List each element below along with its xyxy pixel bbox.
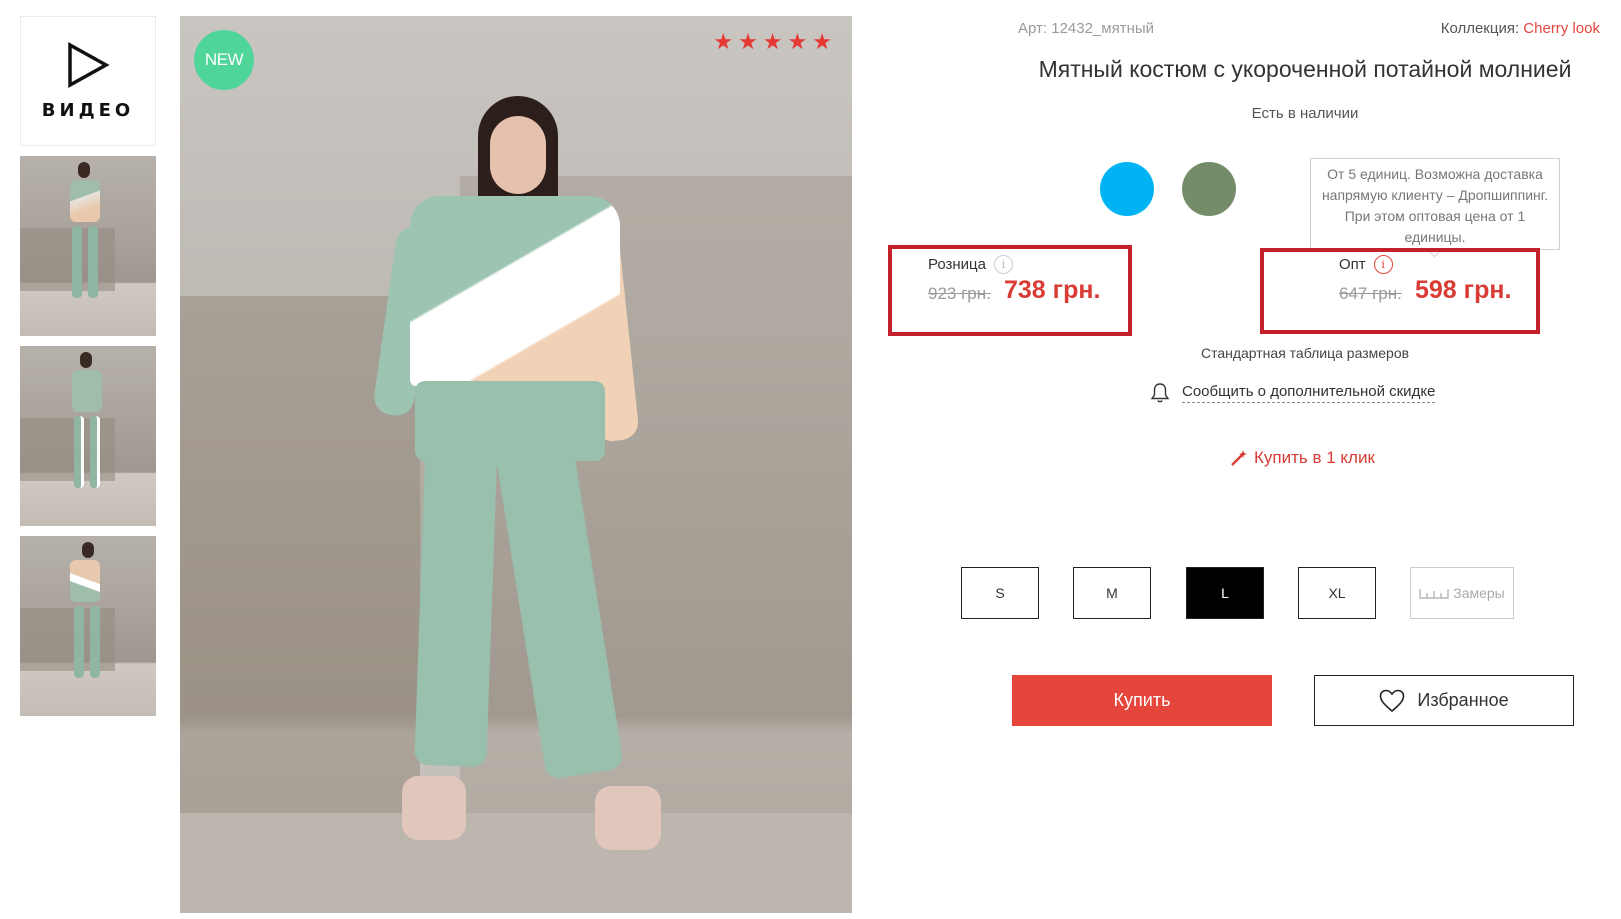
wholesale-price: 598 грн. (1415, 276, 1512, 304)
quick-buy-text: Купить в 1 клик (1254, 448, 1375, 467)
retail-label: Розница i (928, 255, 1013, 274)
stock-status: Есть в наличии (1251, 105, 1359, 122)
buy-button[interactable]: Купить (1012, 675, 1272, 726)
size-table-link[interactable]: Стандартная таблица размеров (1010, 345, 1600, 361)
main-product-photo[interactable]: NEW ★ ★ ★ ★ ★ (180, 16, 852, 913)
discount-notify-link[interactable]: Сообщить о дополнительной скидке (1150, 382, 1436, 404)
gallery-thumbnails: ВИДЕО (20, 16, 156, 716)
info-icon[interactable]: i (1373, 255, 1393, 274)
size-option-xl[interactable]: XL (1298, 567, 1376, 619)
retail-old-price: 923 грн. (928, 284, 991, 303)
wholesale-label: Опт i (1339, 255, 1393, 274)
star-icon: ★ (713, 29, 734, 54)
measurements-label: Замеры (1453, 585, 1505, 601)
collection-label: Коллекция: (1440, 20, 1520, 37)
size-option-s[interactable]: S (961, 567, 1039, 619)
play-icon (68, 41, 110, 88)
color-swatch-blue[interactable] (1100, 162, 1154, 216)
star-icon: ★ (738, 29, 758, 54)
wholesale-tooltip: От 5 единиц. Возможна доставка напрямую … (1310, 158, 1560, 250)
size-option-l[interactable]: L (1186, 567, 1264, 619)
retail-price: 738 грн. (1004, 276, 1101, 304)
star-icon: ★ (762, 29, 783, 54)
star-icon: ★ (812, 29, 832, 54)
quick-buy-link[interactable]: Купить в 1 клик (1230, 448, 1375, 468)
wholesale-label-text: Опт (1339, 256, 1366, 273)
product-title: Мятный костюм с укороченной потайной мол… (1038, 56, 1572, 82)
notify-text: Сообщить о дополнительной скидке (1182, 383, 1436, 403)
wholesale-old-price: 647 грн. (1339, 284, 1402, 303)
collection-info: Коллекция: Cherry look (1441, 20, 1600, 37)
favorite-label: Избранное (1417, 690, 1509, 710)
measurements-button[interactable]: Замеры (1410, 567, 1514, 619)
star-icon: ★ (787, 29, 808, 54)
video-label: ВИДЕО (41, 99, 135, 121)
ruler-icon (1419, 589, 1449, 599)
wand-icon (1231, 450, 1247, 466)
color-swatch-olive[interactable] (1182, 162, 1236, 216)
product-sku: Арт: 12432_мятный (1018, 20, 1155, 37)
favorite-button[interactable]: Избранное (1314, 675, 1574, 726)
retail-label-text: Розница (928, 256, 986, 273)
thumbnail-2[interactable] (20, 346, 156, 526)
collection-link[interactable]: Cherry look (1523, 20, 1600, 37)
size-option-m[interactable]: M (1073, 567, 1151, 619)
video-thumbnail[interactable]: ВИДЕО (20, 16, 156, 146)
bell-icon (1150, 383, 1170, 403)
thumbnail-1[interactable] (20, 156, 156, 336)
heart-icon (1380, 689, 1405, 712)
product-info: Арт: 12432_мятный Коллекция: Cherry look… (888, 0, 1600, 919)
thumbnail-3[interactable] (20, 536, 156, 716)
new-badge: NEW (194, 30, 254, 90)
info-icon[interactable]: i (994, 255, 1013, 274)
rating-stars: ★ ★ ★ ★ ★ (713, 31, 832, 53)
